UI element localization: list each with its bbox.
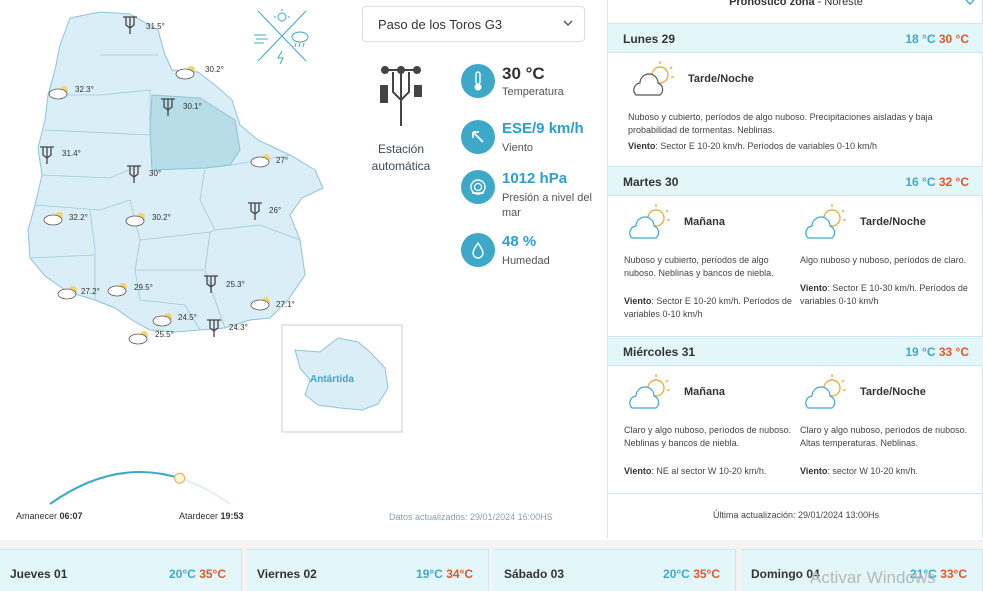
- sunset: Atardecer 19:53: [179, 511, 244, 521]
- partly-cloudy-icon: [175, 66, 195, 80]
- forecast-updated-text: Última actualización: 29/01/2024 13:00Hs: [712, 510, 880, 520]
- water-drop-icon: [461, 233, 495, 267]
- wind-metric: ESE/9 km/h Viento: [461, 120, 601, 164]
- map-panel: 31.5° 30.2° 32.3° 30.1° 31.4° 30° 27° 26…: [0, 0, 600, 530]
- city-temp-label: 31.4°: [62, 149, 81, 158]
- barometer-icon: [461, 170, 495, 204]
- divider: [608, 493, 983, 494]
- city-temp-label: 30.2°: [152, 213, 171, 222]
- station-info: Estación automática: [362, 60, 440, 175]
- city-temp-label: 30°: [149, 169, 162, 178]
- weather-layers-icon[interactable]: [252, 7, 312, 65]
- city-temp-label: 27.1°: [276, 300, 295, 309]
- city-temp-label: 24.5°: [178, 313, 197, 322]
- partly-cloudy-icon: [805, 374, 846, 409]
- extended-day[interactable]: Viernes 02 19°C 34°C: [247, 549, 489, 591]
- zone-selector[interactable]: Pronóstico zona - Noreste: [608, 0, 983, 8]
- forecast-day-header: Martes 30 16 °C 32 °C: [608, 167, 983, 196]
- chevron-down-icon: [965, 0, 975, 5]
- station-select-value: Paso de los Toros G3: [378, 17, 503, 32]
- partly-cloudy-icon: [128, 331, 148, 345]
- chevron-down-icon: [563, 20, 573, 26]
- city-temp-label: 25.3°: [226, 280, 245, 289]
- pressure-label: Presión a nivel del mar: [502, 192, 592, 219]
- station-select[interactable]: Paso de los Toros G3: [362, 6, 585, 42]
- city-temp-label: 27°: [276, 156, 289, 165]
- temperature-label: Temperatura: [502, 86, 564, 98]
- sun-path-arc: [49, 471, 231, 505]
- extended-day[interactable]: Sábado 03 20°C 35°C: [494, 549, 736, 591]
- forecast-day: Martes 30 16 °C 32 °C Mañana Nuboso y cu…: [608, 166, 983, 336]
- antarctica-label: Antártida: [310, 374, 354, 385]
- wind-direction-arrow-icon: [461, 120, 495, 154]
- sunrise: Amanecer 06:07: [16, 511, 83, 521]
- wind-value: ESE/9 km/h: [502, 120, 584, 137]
- pressure-value: 1012 hPa: [502, 170, 568, 187]
- partly-cloudy-icon: [805, 204, 846, 239]
- sun-position-icon: [174, 472, 186, 484]
- extended-day[interactable]: Jueves 01 20°C 35°C: [0, 549, 242, 591]
- city-temp-label: 30.2°: [205, 65, 224, 74]
- city-temp-label: 30.1°: [183, 102, 202, 111]
- city-temp-label: 29.5°: [134, 283, 153, 292]
- forecast-day: Lunes 29 18 °C 30 °C Tarde/Noche Nuboso …: [608, 23, 983, 166]
- city-temp-label: 32.2°: [69, 213, 88, 222]
- thermometer-icon: [461, 64, 495, 98]
- forecast-day-header: Miércoles 31 19 °C 33 °C: [608, 337, 983, 366]
- humidity-value: 48 %: [502, 233, 537, 250]
- humidity-metric: 48 % Humedad: [461, 233, 601, 273]
- city-temp-label: 32.3°: [75, 85, 94, 94]
- wind-label: Viento: [502, 142, 533, 154]
- temperature-metric: 30 °C Temperatura: [461, 64, 601, 108]
- partly-cloudy-night-icon: [633, 61, 674, 96]
- station-type-label: Estación automática: [371, 142, 431, 173]
- temperature-value: 30 °C: [502, 64, 545, 83]
- data-updated-text: Datos actualizados: 29/01/2024 16:00HS: [389, 512, 553, 522]
- forecast-day-header: Lunes 29 18 °C 30 °C: [608, 24, 983, 53]
- partly-cloudy-icon: [629, 204, 670, 239]
- pressure-metric: 1012 hPa Presión a nivel del mar: [461, 170, 601, 220]
- city-temp-label: 26°: [269, 206, 282, 215]
- automatic-station-icon: [380, 66, 422, 126]
- city-temp-label: 27.2°: [81, 287, 100, 296]
- zone-forecast-panel: Pronóstico zona - Noreste Lunes 29 18 °C…: [607, 0, 983, 538]
- windows-activation-watermark: Activar Windows: [810, 568, 936, 587]
- humidity-label: Humedad: [502, 255, 550, 267]
- partly-cloudy-icon: [629, 374, 670, 409]
- forecast-day: Miércoles 31 19 °C 33 °C Mañana Claro y …: [608, 336, 983, 493]
- city-temp-label: 31.5°: [146, 22, 165, 31]
- city-temp-label: 25.5°: [155, 330, 174, 339]
- city-temp-label: 24.3°: [229, 323, 248, 332]
